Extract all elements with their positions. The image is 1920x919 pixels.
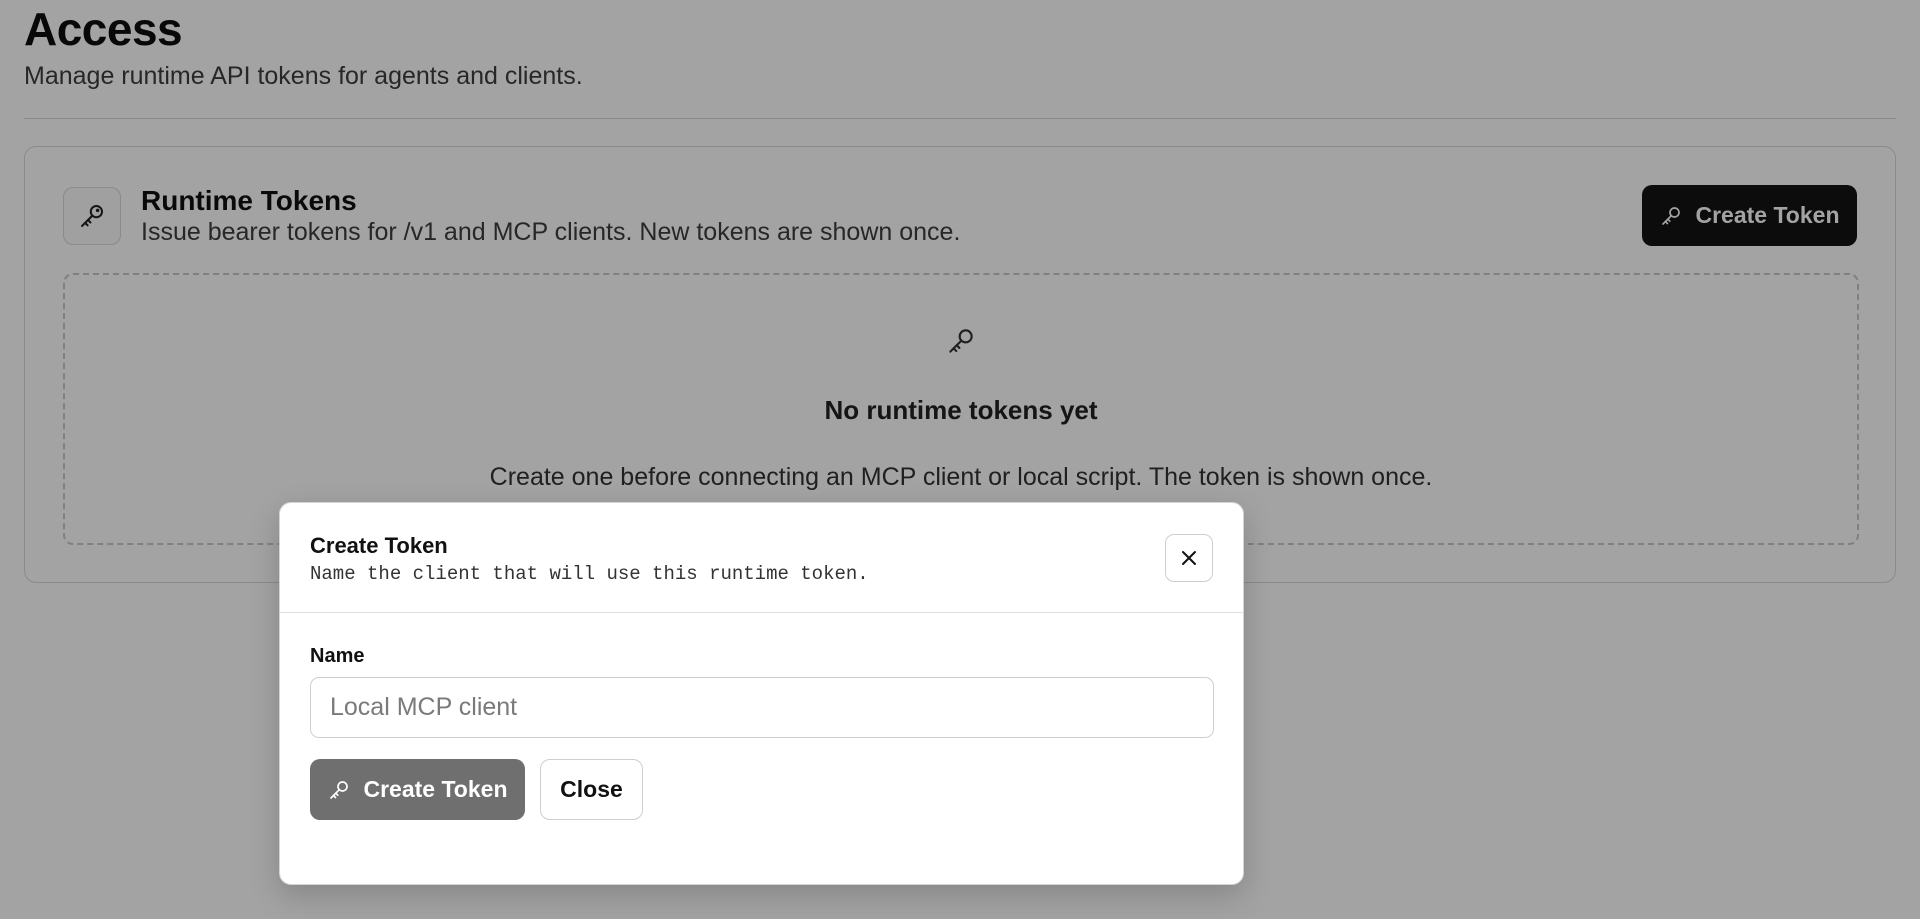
create-token-dialog: Create Token Name the client that will u… xyxy=(279,502,1244,885)
close-icon xyxy=(1180,549,1198,567)
submit-create-token-button[interactable]: Create Token xyxy=(310,759,525,820)
key-icon xyxy=(327,778,351,802)
dialog-description: Name the client that will use this runti… xyxy=(310,563,869,585)
name-input[interactable] xyxy=(310,677,1214,738)
dialog-divider xyxy=(280,612,1243,613)
submit-label: Create Token xyxy=(363,776,508,802)
close-dialog-button[interactable]: Close xyxy=(540,759,643,820)
dialog-close-button[interactable] xyxy=(1165,534,1213,582)
dialog-title: Create Token xyxy=(310,533,448,558)
name-field-label: Name xyxy=(310,645,365,667)
